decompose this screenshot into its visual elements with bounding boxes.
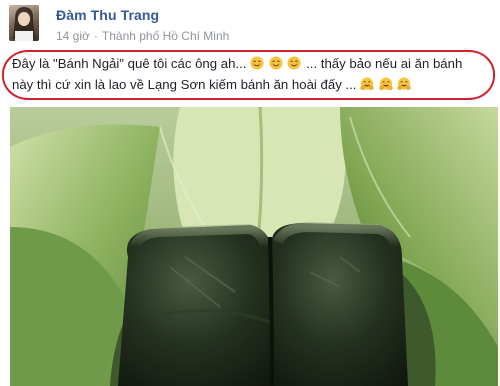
post-header: Đàm Thu Trang 14 giờ · Thành phố Hồ Chí … bbox=[0, 0, 500, 48]
post-text-segment: này thì cứ xin là lao về Lạng Sơn kiếm b… bbox=[12, 77, 357, 92]
post-text-line-1: Đây là "Bánh Ngải" quê tôi các ông ah...… bbox=[12, 53, 462, 74]
post-text-segment: ... thấy bảo nếu ai ăn bánh bbox=[306, 56, 463, 71]
post-time[interactable]: 14 giờ bbox=[56, 29, 90, 43]
post-location[interactable]: Thành phố Hồ Chí Minh bbox=[102, 29, 229, 43]
post-text-segment: Đây là "Bánh Ngải" quê tôi các ông ah... bbox=[12, 56, 247, 71]
banh-ngai-photo bbox=[10, 107, 498, 386]
smiling-face-emoji bbox=[250, 56, 264, 70]
emoji-group-hug bbox=[360, 77, 412, 92]
hugging-face-emoji bbox=[360, 77, 374, 90]
author-name[interactable]: Đàm Thu Trang bbox=[56, 7, 159, 23]
post-text-line-2: này thì cứ xin là lao về Lạng Sơn kiếm b… bbox=[12, 74, 412, 95]
emoji-group-smile bbox=[250, 56, 306, 71]
avatar[interactable] bbox=[9, 5, 39, 41]
post-meta: 14 giờ · Thành phố Hồ Chí Minh bbox=[56, 29, 229, 43]
meta-separator: · bbox=[93, 29, 98, 43]
hugging-face-emoji bbox=[397, 77, 412, 90]
smiling-face-emoji bbox=[269, 56, 283, 70]
smiling-face-emoji bbox=[287, 56, 302, 70]
post-photo[interactable] bbox=[10, 107, 498, 386]
post-text: Đây là "Bánh Ngải" quê tôi các ông ah...… bbox=[4, 50, 496, 98]
hugging-face-emoji bbox=[379, 77, 393, 90]
